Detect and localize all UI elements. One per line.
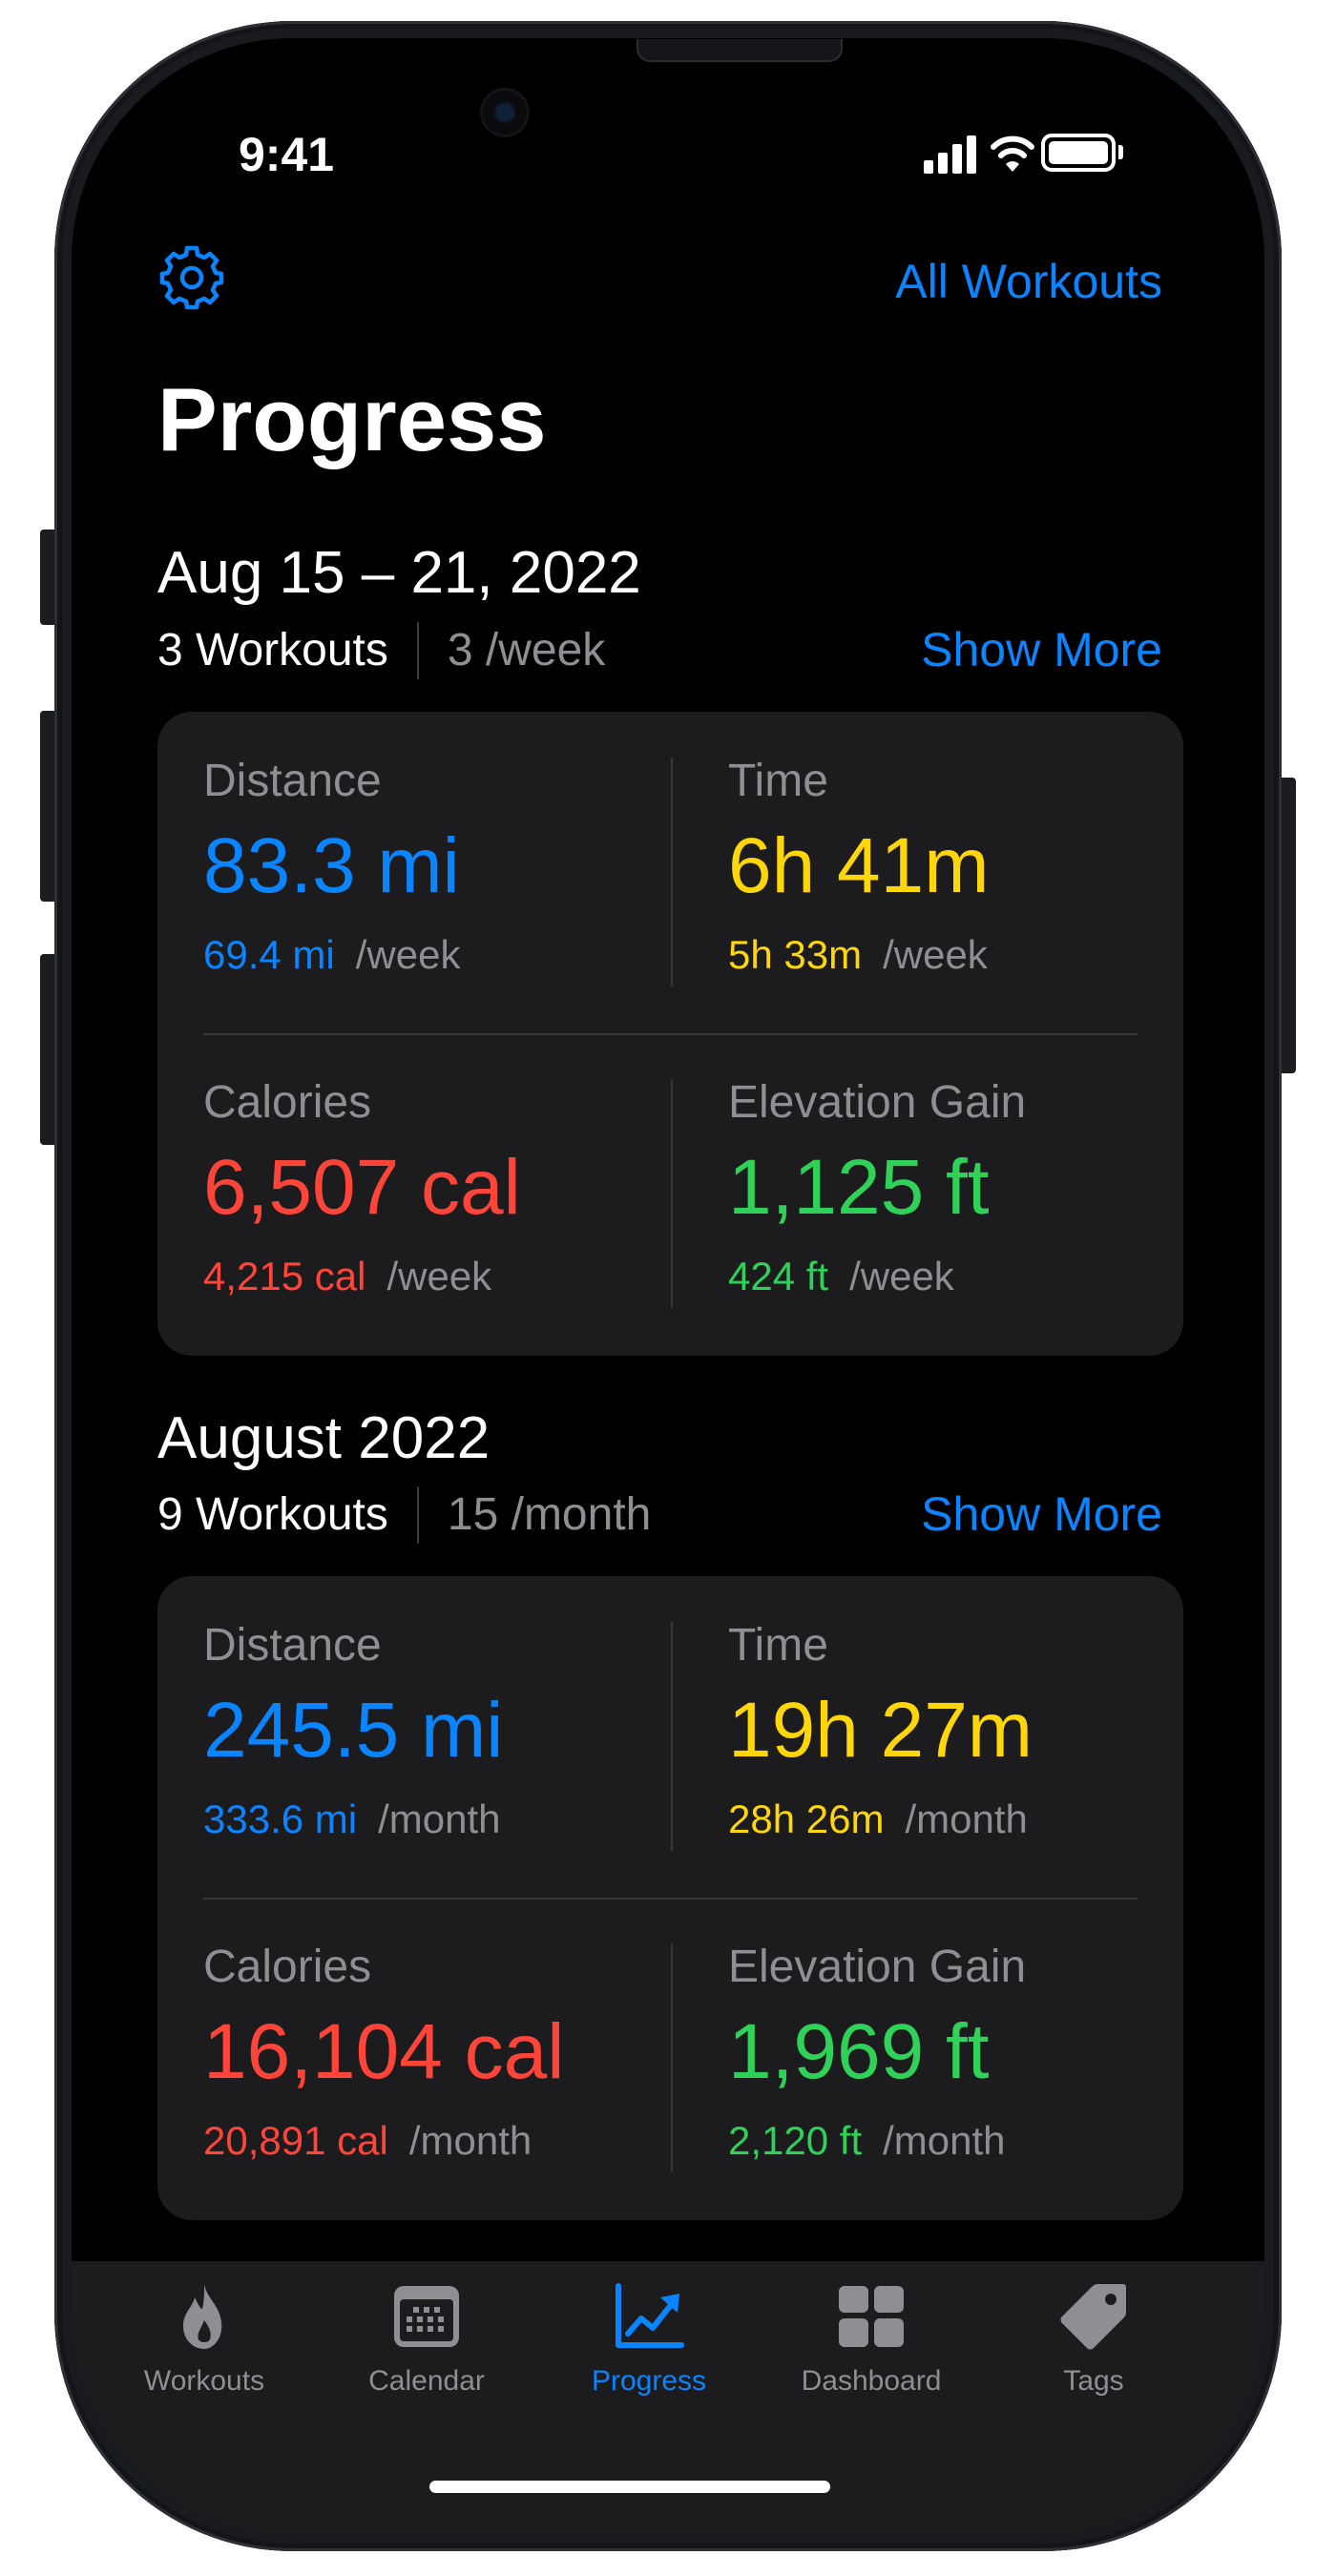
flame-icon [183,2284,222,2349]
stat-average-value: 424 ft [728,1254,829,1298]
wifi-icon [991,135,1034,172]
tab-workouts[interactable]: Workouts [109,2280,300,2423]
show-more-button[interactable]: Show More [921,622,1162,677]
stat-average-value: 20,891 cal [203,2118,388,2163]
divider [203,1898,1138,1900]
show-more-button[interactable]: Show More [921,1486,1162,1542]
tab-label: Calendar [368,2365,485,2397]
stat-label: Distance [203,1620,382,1671]
tab-label: Dashboard [801,2365,942,2397]
stat-label: Calories [203,1077,372,1128]
divider [671,1622,673,1851]
stat-value: 1,969 ft [728,2008,990,2095]
home-indicator[interactable] [429,2481,830,2493]
stat-average: 4,215 cal/week [203,1253,491,1300]
stat-elevation: Elevation Gain 1,969 ft 2,120 ft/month [728,1941,1196,2217]
stat-average: 2,120 ft/month [728,2117,1006,2165]
tab-calendar[interactable]: Calendar [331,2280,522,2423]
stat-label: Time [728,756,828,806]
gear-icon[interactable] [157,243,226,312]
section-title: August 2022 [157,1405,491,1471]
stat-average: 424 ft/week [728,1253,954,1300]
stat-average: 69.4 mi/week [203,931,460,979]
tab-label: Progress [591,2365,707,2397]
stat-value: 6h 41m [728,822,990,909]
stat-distance: Distance 83.3 mi 69.4 mi/week [203,755,671,1031]
tab-dashboard[interactable]: Dashboard [776,2280,967,2423]
chart-trend-icon [616,2283,684,2348]
stats-card[interactable]: Distance 245.5 mi 333.6 mi/month Time 19… [157,1576,1183,2220]
stat-average: 5h 33m/week [728,931,988,979]
stat-average-unit: /week [849,1254,954,1298]
tab-bar: Workouts Calendar Progress Dashboard Tag… [72,2261,1264,2534]
stat-time: Time 19h 27m 28h 26m/month [728,1619,1196,1896]
stat-value: 19h 27m [728,1687,1033,1774]
tab-label: Workouts [143,2365,265,2397]
tab-label: Tags [1063,2365,1124,2397]
stat-value: 83.3 mi [203,822,460,909]
divider [416,622,419,679]
stat-average-unit: /week [355,932,461,977]
status-time: 9:41 [239,128,335,181]
workout-rate: 3 /week [447,625,606,675]
stat-average-unit: /week [883,932,988,977]
stat-average-value: 28h 26m [728,1797,885,1841]
stat-value: 1,125 ft [728,1144,990,1231]
stat-average-value: 69.4 mi [203,932,335,977]
divider [416,1486,419,1544]
stat-average-value: 5h 33m [728,932,863,977]
stat-label: Distance [203,756,382,806]
stat-average-unit: /month [883,2118,1006,2163]
divider [671,758,673,987]
page-title: Progress [157,369,547,469]
stat-average-value: 333.6 mi [203,1797,358,1841]
stat-average-value: 2,120 ft [728,2118,863,2163]
workout-count: 9 Workouts [157,1489,388,1540]
front-camera [483,91,527,135]
tab-tags[interactable]: Tags [998,2280,1189,2423]
workout-rate: 15 /month [447,1489,652,1540]
stat-label: Elevation Gain [728,1942,1027,1992]
divider [671,1079,673,1308]
stat-average-unit: /month [905,1797,1028,1841]
all-workouts-button[interactable]: All Workouts [895,253,1162,310]
cellular-signal-icon [924,134,981,174]
stat-average: 28h 26m/month [728,1796,1028,1843]
speaker-grille [637,39,843,62]
stat-calories: Calories 16,104 cal 20,891 cal/month [203,1941,671,2217]
section-summary: 9 Workouts 15 /month [157,1486,651,1544]
stat-label: Calories [203,1942,372,1992]
section-summary: 3 Workouts 3 /week [157,622,605,679]
tag-icon [1060,2284,1126,2350]
divider [203,1033,1138,1035]
grid-icon [839,2286,904,2347]
stat-value: 245.5 mi [203,1687,504,1774]
stat-calories: Calories 6,507 cal 4,215 cal/week [203,1076,671,1353]
stats-card[interactable]: Distance 83.3 mi 69.4 mi/week Time 6h 41… [157,712,1183,1356]
stat-value: 6,507 cal [203,1144,521,1231]
workout-count: 3 Workouts [157,625,388,675]
stat-label: Time [728,1620,828,1671]
section-title: Aug 15 – 21, 2022 [157,540,641,606]
stat-value: 16,104 cal [203,2008,565,2095]
phone-screen: 9:41 All Workouts Progress Aug 15 – 21, … [72,38,1264,2534]
stat-elevation: Elevation Gain 1,125 ft 424 ft/week [728,1076,1196,1353]
tab-progress[interactable]: Progress [553,2280,744,2423]
stat-average: 333.6 mi/month [203,1796,501,1843]
stat-average-unit: /week [386,1254,492,1298]
stat-time: Time 6h 41m 5h 33m/week [728,755,1196,1031]
stat-distance: Distance 245.5 mi 333.6 mi/month [203,1619,671,1896]
stat-average-unit: /month [408,2118,532,2163]
stat-average-value: 4,215 cal [203,1254,366,1298]
stat-label: Elevation Gain [728,1077,1027,1128]
stat-average: 20,891 cal/month [203,2117,532,2165]
calendar-icon [394,2286,459,2347]
stat-average-unit: /month [378,1797,501,1841]
divider [671,1943,673,2172]
